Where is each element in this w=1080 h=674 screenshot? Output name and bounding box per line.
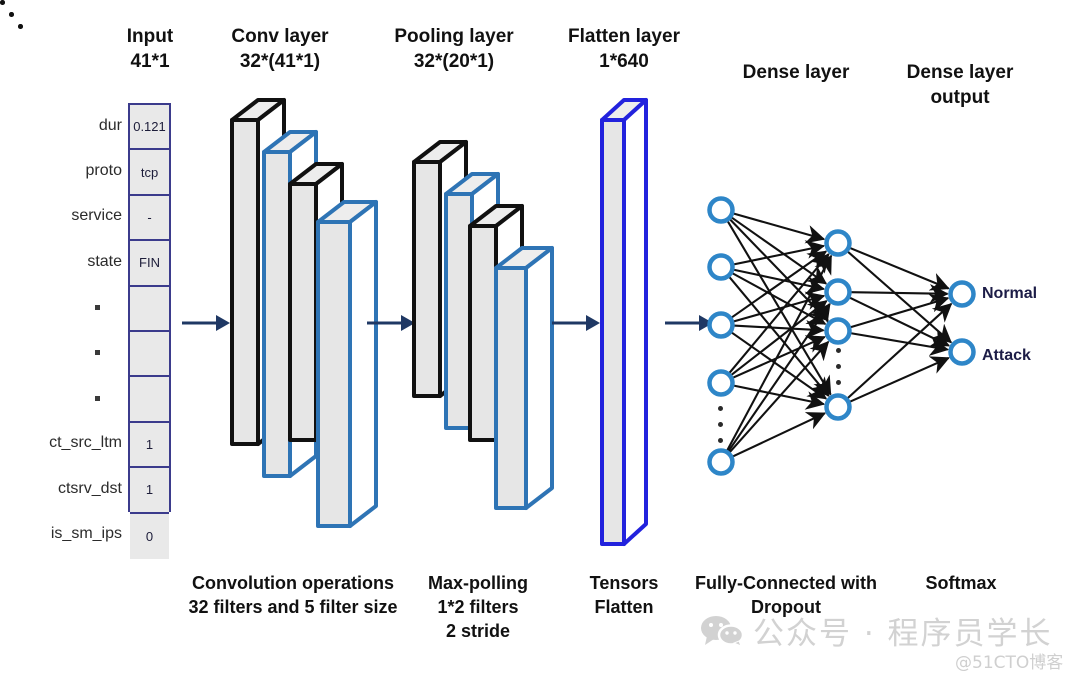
network-node: [824, 229, 852, 257]
output-nodes: [948, 280, 976, 366]
diagram-canvas: Input 41*1 Conv layer 32*(41*1) Pooling …: [0, 0, 1080, 674]
watermark-main-text: 公众号 · 程序员学长: [753, 616, 1053, 652]
output-label-attack: Attack: [982, 347, 1031, 364]
network-node: [707, 311, 735, 339]
network-node: [824, 278, 852, 306]
network-node: [824, 393, 852, 421]
network-node: [707, 369, 735, 397]
dense-hidden-ellipsis: [836, 348, 841, 396]
edges-input-to-hidden: [725, 212, 833, 458]
watermark-wechat: 公众号 · 程序员学长: [700, 608, 1053, 653]
network-node: [707, 196, 735, 224]
caption-convolution: Convolution operations 32 filters and 5 …: [188, 573, 398, 617]
network-node: [948, 280, 976, 308]
network-node: [824, 317, 852, 345]
watermark-source-text: @51CTO博客: [955, 653, 1064, 673]
caption-flatten: Tensors Flatten: [589, 573, 659, 617]
caption-softmax: Softmax: [925, 573, 997, 593]
edges-hidden-to-output: [846, 246, 953, 403]
dense-input-ellipsis: [718, 406, 723, 454]
caption-maxpooling: Max-polling 1*2 filters 2 stride: [428, 573, 528, 641]
network-node: [948, 338, 976, 366]
network-node: [707, 253, 735, 281]
output-label-normal: Normal: [982, 285, 1038, 302]
wechat-icon: [700, 615, 745, 647]
